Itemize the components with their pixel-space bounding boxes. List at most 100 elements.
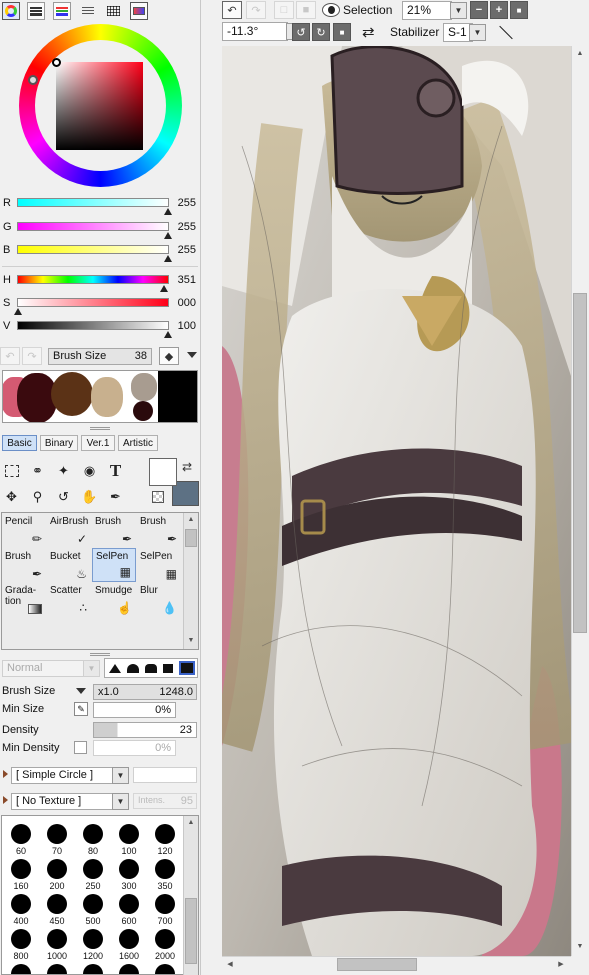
collapse-arrow-icon[interactable] — [187, 352, 197, 358]
density-input[interactable]: 23 — [93, 722, 197, 738]
panel-splitter[interactable] — [90, 427, 110, 430]
magic-wand-icon[interactable]: ✦ — [52, 459, 75, 482]
scroll-thumb[interactable] — [573, 293, 587, 633]
min-density-input[interactable]: 0% — [93, 740, 176, 756]
slider-h-handle[interactable] — [160, 285, 168, 292]
canvas-vertical-scrollbar[interactable]: ▲ ▼ — [571, 46, 587, 956]
tip-shape-4-icon[interactable] — [163, 664, 173, 673]
size-preset[interactable]: 400 — [2, 892, 40, 928]
brush-tool-blur[interactable]: Blur 💧 — [137, 583, 181, 617]
size-preset[interactable]: 1000 — [38, 927, 76, 963]
size-preset[interactable]: 200 — [38, 857, 76, 893]
slider-r-value[interactable]: 255 — [166, 197, 196, 209]
blend-mode-dropdown-icon[interactable]: ▼ — [83, 660, 100, 677]
texture-intensity-field[interactable]: Intens. 95 — [133, 793, 197, 809]
zoom-reset-icon[interactable]: ■ — [510, 1, 528, 19]
slider-g-handle[interactable] — [164, 232, 172, 239]
move-icon[interactable]: ✥ — [0, 485, 23, 508]
rotate-icon[interactable]: ↺ — [52, 485, 75, 508]
size-preset-partial[interactable] — [38, 962, 76, 974]
size-preset[interactable]: 450 — [38, 892, 76, 928]
scroll-thumb[interactable] — [185, 529, 197, 547]
brush-tool-selpen-2[interactable]: SelPen ▦ — [137, 549, 181, 583]
size-preset[interactable]: 350 — [146, 857, 184, 893]
brush-shape-select[interactable]: [ Simple Circle ] — [11, 767, 113, 784]
size-preset[interactable]: 80 — [74, 822, 112, 858]
foreground-color-swatch[interactable] — [149, 458, 177, 486]
scratchpad-icon[interactable] — [130, 2, 148, 20]
min-density-checkbox[interactable] — [74, 741, 87, 754]
brush-tool-brush-1[interactable]: Brush ✒ — [92, 514, 136, 548]
sv-picker-marker[interactable] — [52, 58, 61, 67]
tip-shape-2-icon[interactable] — [127, 664, 139, 673]
min-size-pressure-icon[interactable]: ✎ — [74, 702, 88, 716]
tab-artistic[interactable]: Artistic — [118, 435, 158, 451]
brush-tool-scatter[interactable]: Scatter ∴ — [47, 583, 91, 617]
hue-picker-marker[interactable] — [28, 75, 38, 85]
size-preset-scrollbar[interactable]: ▲ — [183, 816, 198, 975]
slider-h[interactable] — [17, 275, 169, 284]
slider-r[interactable] — [17, 198, 169, 207]
transparent-color-icon[interactable] — [152, 491, 164, 503]
tip-shape-5-icon[interactable] — [179, 661, 195, 675]
scroll-down-arrow-icon[interactable]: ▼ — [185, 635, 197, 647]
line-tool-icon[interactable] — [494, 23, 514, 41]
slider-s-value[interactable]: 000 — [166, 297, 196, 309]
hsv-slider-icon[interactable] — [53, 2, 71, 20]
redo-color-icon[interactable]: ↷ — [22, 347, 42, 365]
zoom-dropdown-icon[interactable]: ▼ — [450, 2, 467, 19]
rect-select-icon[interactable] — [0, 459, 23, 482]
tab-basic[interactable]: Basic — [2, 435, 37, 451]
zoom-in-icon[interactable]: + — [490, 1, 508, 19]
shape-dropdown-icon[interactable]: ▼ — [112, 767, 129, 784]
list-icon[interactable] — [79, 2, 97, 20]
brush-tool-pencil[interactable]: Pencil ✏ — [2, 514, 46, 548]
brush-size-field[interactable]: Brush Size 38 — [48, 348, 152, 365]
texture-dropdown-icon[interactable]: ▼ — [112, 793, 129, 810]
selection-visibility-eye-icon[interactable] — [322, 3, 340, 17]
size-preset[interactable]: 300 — [110, 857, 148, 893]
invert-selection-icon[interactable]: ■ — [296, 1, 316, 19]
size-preset[interactable]: 120 — [146, 822, 184, 858]
tab-binary[interactable]: Binary — [40, 435, 78, 451]
slider-s-handle[interactable] — [14, 308, 22, 315]
brush-tool-smudge[interactable]: Smudge ☝ — [92, 583, 136, 617]
size-preset[interactable]: 500 — [74, 892, 112, 928]
scroll-thumb[interactable] — [337, 958, 417, 971]
slider-b-value[interactable]: 255 — [166, 244, 196, 256]
tip-shape-1-icon[interactable] — [109, 664, 121, 673]
redo-icon[interactable]: ↷ — [246, 1, 266, 19]
brush-tool-airbrush[interactable]: AirBrush ✓ — [47, 514, 91, 548]
color-wheel-icon[interactable] — [2, 2, 20, 20]
slider-h-value[interactable]: 351 — [166, 274, 196, 286]
zoom-select[interactable]: 21% — [402, 1, 452, 20]
size-preset[interactable]: 1200 — [74, 927, 112, 963]
scroll-up-arrow-icon[interactable]: ▲ — [185, 817, 197, 829]
slider-r-handle[interactable] — [164, 208, 172, 215]
brush-tool-selpen-1[interactable]: SelPen ▦ — [92, 548, 136, 582]
zoom-icon[interactable]: ⚲ — [26, 485, 49, 508]
eraser-swap-icon[interactable]: ◆ — [159, 347, 179, 365]
scroll-up-arrow-icon[interactable]: ▲ — [574, 48, 586, 60]
size-preset-partial[interactable] — [146, 962, 184, 974]
swatch-grid-icon[interactable] — [104, 2, 122, 20]
saturation-value-square[interactable] — [56, 62, 143, 150]
size-preset[interactable]: 1600 — [110, 927, 148, 963]
rotate-ccw-icon[interactable]: ↺ — [292, 23, 310, 41]
brush-size-input[interactable]: x1.0 1248.0 — [93, 684, 197, 700]
size-preset[interactable]: 160 — [2, 857, 40, 893]
rotation-select[interactable]: -11.3° — [222, 22, 288, 41]
brush-texture-select[interactable]: [ No Texture ] — [11, 793, 113, 810]
shape-blank-field[interactable] — [133, 767, 197, 783]
size-preset[interactable]: 700 — [146, 892, 184, 928]
shape-expand-icon[interactable] — [3, 770, 8, 778]
size-preset[interactable]: 2000 — [146, 927, 184, 963]
canvas-area[interactable] — [222, 46, 571, 956]
eyedropper-icon[interactable]: ✒ — [104, 485, 127, 508]
slider-b[interactable] — [17, 245, 169, 254]
brush-tool-brush-2[interactable]: Brush ✒ — [137, 514, 181, 548]
size-preset[interactable]: 600 — [110, 892, 148, 928]
rgb-slider-icon[interactable] — [27, 2, 45, 20]
size-preset-partial[interactable] — [2, 962, 40, 974]
rotate-reset-icon[interactable]: ■ — [333, 23, 351, 41]
